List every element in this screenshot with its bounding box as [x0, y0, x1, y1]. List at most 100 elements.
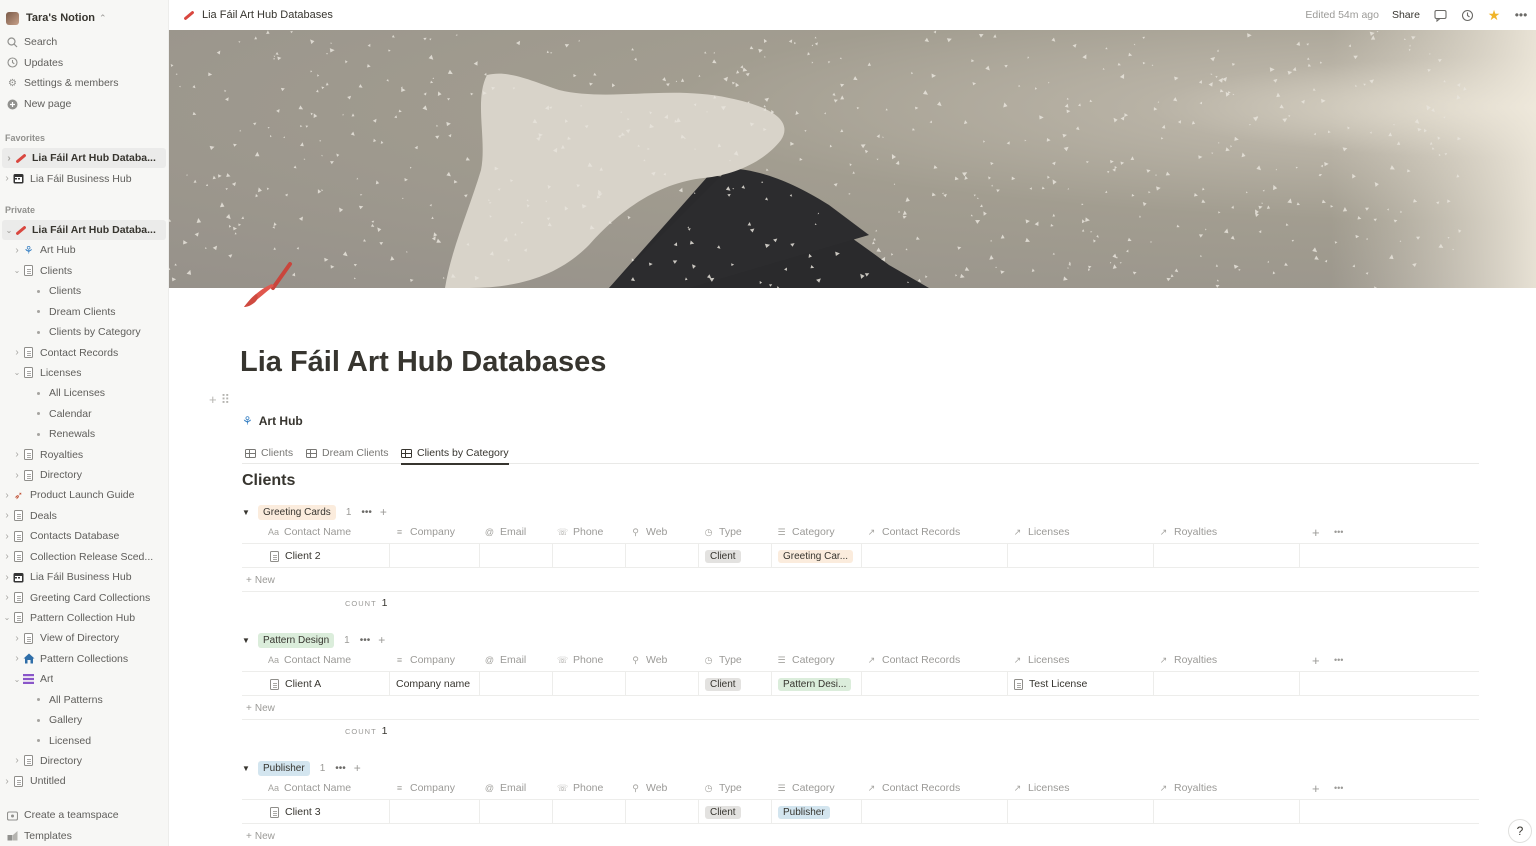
sidebar-item[interactable]: Dream Clients: [0, 302, 166, 322]
table-cell[interactable]: [1154, 544, 1300, 568]
add-column-button[interactable]: +: [1308, 776, 1326, 800]
column-header[interactable]: ↗ Licenses: [1008, 776, 1154, 800]
table-cell[interactable]: [862, 672, 1008, 696]
chevron-down-icon[interactable]: ⌄: [2, 613, 12, 622]
sidebar-item[interactable]: Calendar: [0, 404, 166, 424]
sidebar-updates[interactable]: Updates: [0, 53, 166, 73]
table-cell[interactable]: Client 3: [264, 800, 390, 824]
sidebar-item[interactable]: Clients: [0, 281, 166, 301]
comments-icon[interactable]: [1433, 8, 1447, 22]
tab-clients[interactable]: Clients: [245, 443, 293, 463]
more-icon[interactable]: •••: [360, 635, 371, 646]
column-header[interactable]: ↗ Royalties: [1154, 520, 1300, 544]
sidebar-item[interactable]: › Directory: [0, 751, 166, 771]
table-cell[interactable]: [480, 800, 553, 824]
breadcrumb[interactable]: Lia Fáil Art Hub Databases: [183, 9, 333, 21]
table-cell[interactable]: [1008, 544, 1154, 568]
chevron-down-icon[interactable]: ⌄: [12, 675, 22, 684]
sidebar-item[interactable]: › Deals: [0, 506, 166, 526]
column-header[interactable]: ↗ Royalties: [1154, 648, 1300, 672]
sidebar-item[interactable]: ⌄ Pattern Collection Hub: [0, 608, 166, 628]
tab-dream-clients[interactable]: Dream Clients: [306, 443, 389, 463]
column-header[interactable]: ☰ Category: [772, 520, 862, 544]
table-cell[interactable]: [626, 672, 699, 696]
table-cell[interactable]: Client: [699, 544, 772, 568]
table-cell[interactable]: Test License: [1008, 672, 1154, 696]
table-cell[interactable]: [1008, 800, 1154, 824]
table-cell[interactable]: [1154, 672, 1300, 696]
page-paintbrush-icon[interactable]: [240, 262, 296, 310]
table-cell[interactable]: [480, 544, 553, 568]
chevron-right-icon[interactable]: ›: [12, 470, 22, 481]
block-handles[interactable]: +⠿: [209, 392, 234, 408]
column-header[interactable]: ≡ Company: [390, 520, 480, 544]
count-summary[interactable]: COUNT 1: [345, 594, 388, 612]
chevron-right-icon[interactable]: ›: [12, 633, 22, 644]
add-column-button[interactable]: +: [1308, 648, 1326, 672]
column-header[interactable]: Aa Contact Name: [264, 776, 390, 800]
new-row-button[interactable]: + New: [242, 698, 1479, 720]
new-row-button[interactable]: + New: [242, 826, 1479, 841]
chevron-right-icon[interactable]: ›: [2, 531, 12, 542]
sidebar-item[interactable]: All Patterns: [0, 690, 166, 710]
column-header[interactable]: ↗ Licenses: [1008, 520, 1154, 544]
chevron-down-icon[interactable]: ⌄: [12, 266, 22, 275]
sidebar-item[interactable]: › Contacts Database: [0, 526, 166, 546]
table-cell[interactable]: [553, 800, 626, 824]
sidebar-item[interactable]: › Royalties: [0, 445, 166, 465]
column-header[interactable]: Aa Contact Name: [264, 520, 390, 544]
chevron-right-icon[interactable]: ›: [2, 551, 12, 562]
sidebar-item[interactable]: Renewals: [0, 424, 166, 444]
chevron-right-icon[interactable]: ›: [2, 490, 12, 501]
more-options-icon[interactable]: •••: [1514, 8, 1528, 22]
column-header[interactable]: ↗ Contact Records: [862, 776, 1008, 800]
favorite-star-icon[interactable]: ★: [1487, 7, 1501, 23]
table-cell[interactable]: Pattern Desi...: [772, 672, 862, 696]
sidebar-item[interactable]: › View of Directory: [0, 628, 166, 648]
column-header[interactable]: ☏ Phone: [553, 648, 626, 672]
table-cell[interactable]: Publisher: [772, 800, 862, 824]
table-cell[interactable]: [553, 672, 626, 696]
column-header[interactable]: ⚲ Web: [626, 648, 699, 672]
sidebar-item[interactable]: › Pattern Collections: [0, 649, 166, 669]
table-cell[interactable]: [862, 544, 1008, 568]
table-cell[interactable]: [390, 544, 480, 568]
column-header[interactable]: ↗ Royalties: [1154, 776, 1300, 800]
sidebar-item[interactable]: › Collection Release Sced...: [0, 547, 166, 567]
sidebar-item[interactable]: › Contact Records: [0, 343, 166, 363]
column-header[interactable]: ☰ Category: [772, 776, 862, 800]
column-header[interactable]: ☏ Phone: [553, 776, 626, 800]
chevron-right-icon[interactable]: ›: [12, 653, 22, 664]
sidebar-item[interactable]: ⌄ Licenses: [0, 363, 166, 383]
sidebar-item[interactable]: › Lia Fáil Art Hub Databa...: [2, 148, 166, 168]
chevron-right-icon[interactable]: ›: [2, 776, 12, 787]
table-cell[interactable]: [390, 800, 480, 824]
add-icon[interactable]: +: [354, 761, 361, 775]
sidebar-item[interactable]: Clients by Category: [0, 322, 166, 342]
sidebar-item[interactable]: Licensed: [0, 731, 166, 751]
column-header[interactable]: ◷ Type: [699, 648, 772, 672]
chevron-right-icon[interactable]: ›: [4, 153, 14, 164]
help-button[interactable]: ?: [1508, 819, 1532, 843]
table-cell[interactable]: Company name: [390, 672, 480, 696]
table-cell[interactable]: [626, 544, 699, 568]
table-cell[interactable]: Client 2: [264, 544, 390, 568]
column-header[interactable]: ◷ Type: [699, 520, 772, 544]
collapse-triangle-icon[interactable]: ▼: [242, 508, 254, 517]
database-title[interactable]: ⚘ Art Hub: [242, 414, 303, 428]
sidebar-settings-members[interactable]: ⚙ Settings & members: [0, 73, 166, 93]
sidebar-item[interactable]: › Lia Fáil Business Hub: [0, 169, 166, 189]
more-icon[interactable]: •••: [361, 507, 372, 518]
sidebar-templates[interactable]: Templates: [0, 826, 166, 846]
chevron-right-icon[interactable]: ›: [2, 510, 12, 521]
column-header[interactable]: ☰ Category: [772, 648, 862, 672]
count-summary[interactable]: COUNT 1: [345, 722, 388, 740]
sidebar-search[interactable]: Search: [0, 32, 166, 52]
table-cell[interactable]: [862, 800, 1008, 824]
sidebar-item[interactable]: › Directory: [0, 465, 166, 485]
table-cell[interactable]: Greeting Car...: [772, 544, 862, 568]
table-row[interactable]: Client 2 Client Greeting Car...: [242, 544, 1479, 568]
chevron-right-icon[interactable]: ›: [12, 755, 22, 766]
add-icon[interactable]: +: [378, 633, 385, 647]
collapse-triangle-icon[interactable]: ▼: [242, 636, 254, 645]
